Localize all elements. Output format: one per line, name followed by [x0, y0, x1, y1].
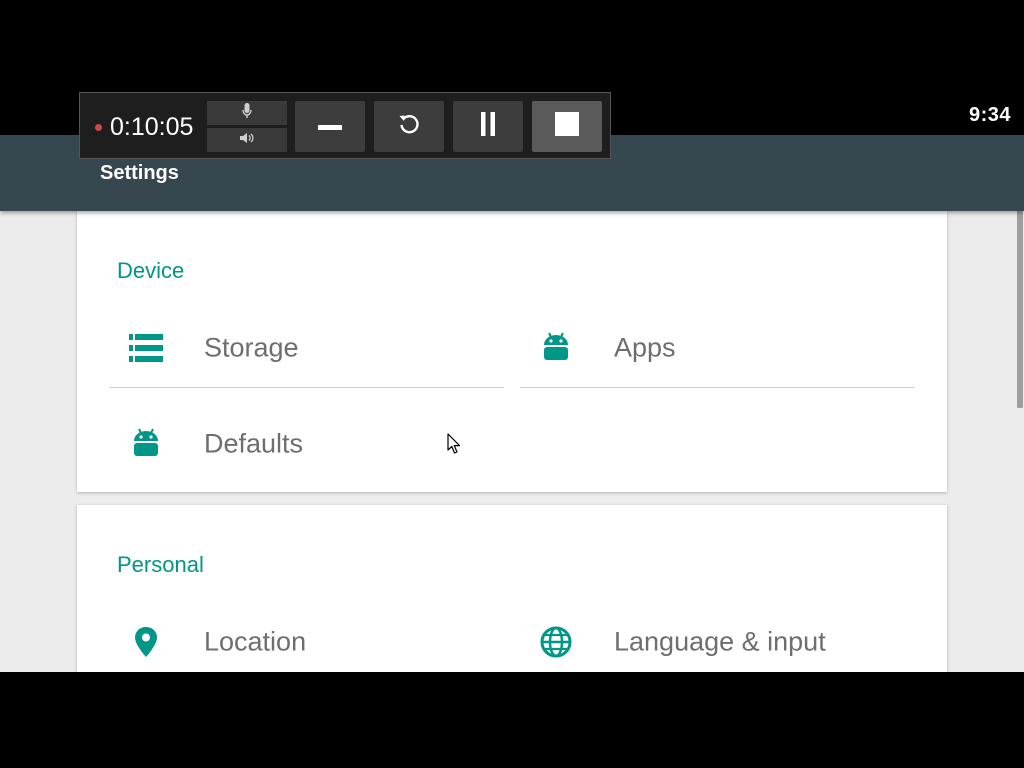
- mouse-cursor-icon: [447, 433, 461, 460]
- settings-item-location[interactable]: Location: [110, 602, 504, 672]
- pause-icon: [480, 112, 496, 141]
- restart-button[interactable]: [374, 101, 444, 152]
- pause-button[interactable]: [453, 101, 523, 152]
- page-title: Settings: [100, 162, 179, 184]
- speaker-toggle[interactable]: [207, 128, 287, 152]
- mic-icon: [242, 102, 252, 124]
- scrollbar-thumb[interactable]: [1017, 211, 1023, 408]
- android-icon: [128, 426, 164, 462]
- stop-icon: [555, 112, 579, 141]
- settings-item-label: Location: [204, 626, 307, 657]
- refresh-icon: [398, 113, 420, 140]
- recording-timer: 0:10:05: [110, 113, 194, 141]
- minimize-button[interactable]: [295, 101, 365, 152]
- stop-button[interactable]: [532, 101, 602, 152]
- status-clock: 9:34: [968, 104, 1011, 126]
- section-title-device: Device: [117, 258, 185, 283]
- settings-content[interactable]: Device Storage Apps Defaults Personal Lo…: [0, 211, 1024, 672]
- settings-item-apps[interactable]: Apps: [520, 308, 914, 388]
- settings-item-label: Storage: [204, 332, 299, 362]
- recording-indicator: [95, 124, 102, 131]
- section-title-personal: Personal: [117, 552, 204, 577]
- speaker-icon: [239, 131, 255, 149]
- bottom-letterbox: [0, 672, 1024, 768]
- settings-item-language-input[interactable]: Language & input: [520, 602, 914, 672]
- android-icon: [538, 330, 574, 366]
- settings-item-label: Defaults: [204, 428, 304, 459]
- device-section-card: Device Storage Apps Defaults: [77, 211, 947, 492]
- settings-item-storage[interactable]: Storage: [110, 308, 504, 388]
- minus-icon: [318, 118, 342, 136]
- settings-item-defaults[interactable]: Defaults: [110, 404, 504, 484]
- device-screen: 9:34 Settings Device Storage Apps Defaul…: [0, 0, 1024, 768]
- personal-section-card: Personal Location Language & input: [77, 505, 947, 672]
- globe-icon: [538, 624, 574, 660]
- microphone-toggle[interactable]: [207, 101, 287, 125]
- settings-item-label: Apps: [614, 332, 676, 362]
- settings-item-label: Language & input: [614, 626, 826, 657]
- storage-icon: [128, 330, 164, 366]
- location-pin-icon: [128, 624, 164, 660]
- audio-controls: [207, 101, 287, 152]
- scrollbar[interactable]: [1016, 211, 1024, 672]
- screen-recorder-toolbar: 0:10:05: [79, 92, 611, 159]
